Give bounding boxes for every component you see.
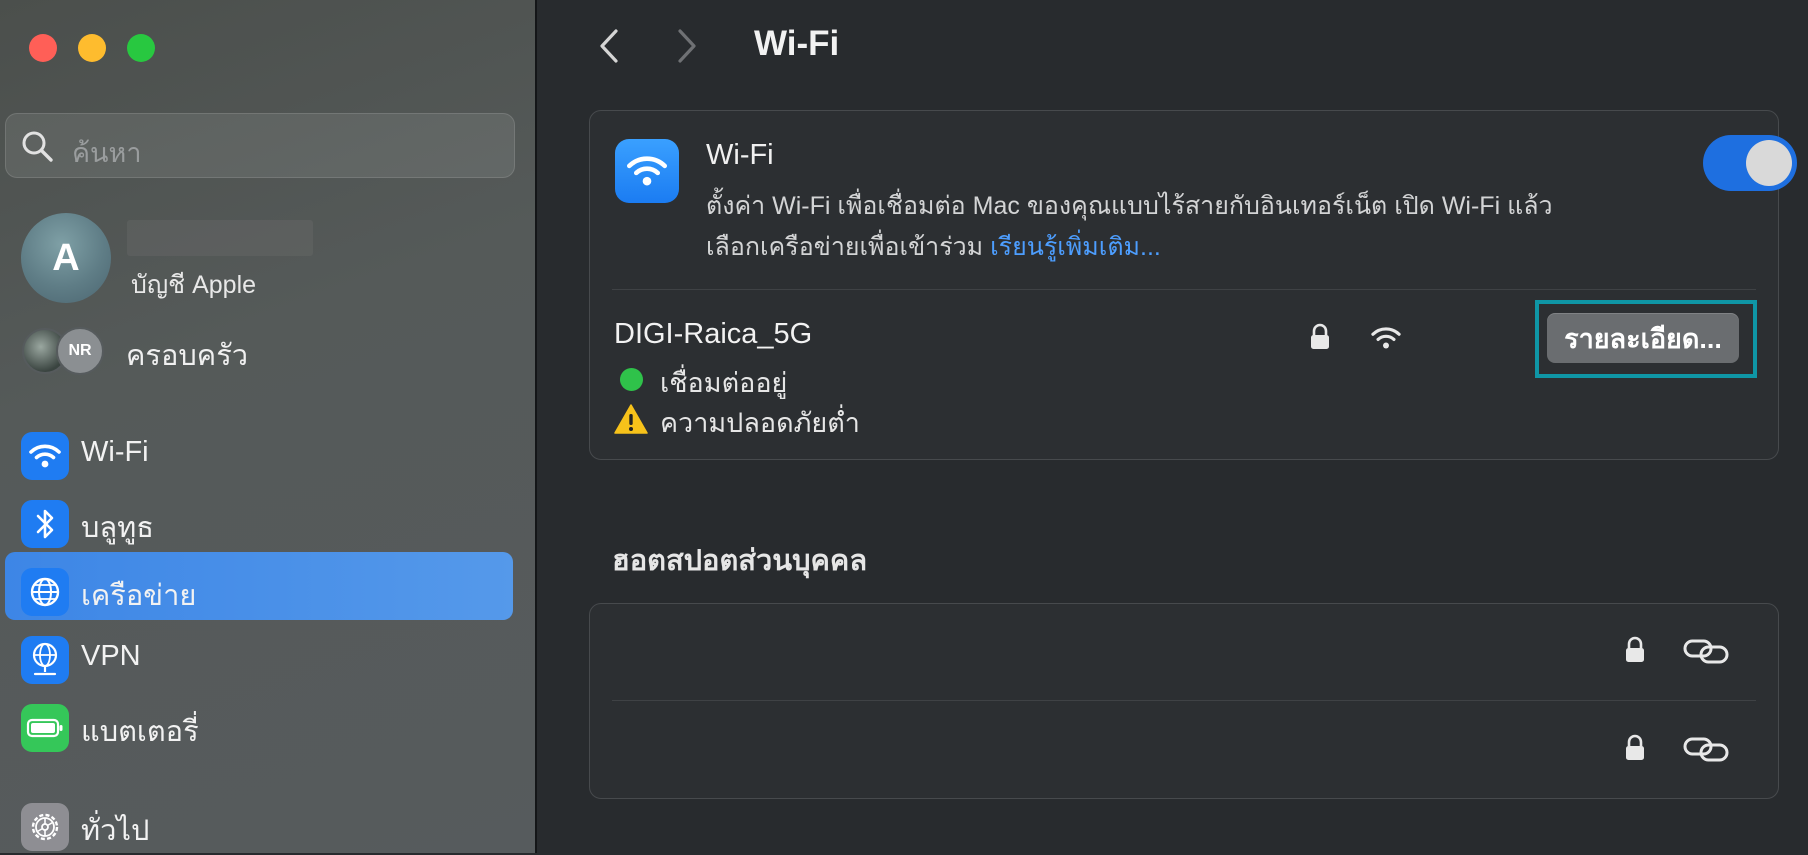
forward-chevron-icon[interactable] <box>672 26 702 66</box>
window-zoom-button[interactable] <box>127 34 155 62</box>
page-title: Wi-Fi <box>754 24 840 63</box>
warning-icon <box>614 404 648 434</box>
link-icon <box>1683 639 1729 664</box>
lock-icon <box>1311 323 1329 349</box>
sidebar-item-label: บลูทูธ <box>81 512 154 544</box>
gear-icon <box>21 803 69 851</box>
wifi-toggle[interactable] <box>1703 135 1797 191</box>
family-label: ครอบครัว <box>126 340 249 372</box>
toggle-knob <box>1746 140 1792 186</box>
hotspot-card <box>589 603 1779 799</box>
sidebar-item-bluetooth[interactable]: บลูทูธ <box>5 484 513 552</box>
search-icon <box>22 131 53 162</box>
connected-status-dot <box>620 368 643 391</box>
sidebar: ค้นหา A บัญชี Apple NR ครอบครัว Wi-Fi บล… <box>0 0 537 853</box>
link-icon <box>1683 737 1729 762</box>
sidebar-item-battery[interactable]: แบตเตอรี่ <box>5 688 513 756</box>
battery-icon <box>21 704 69 752</box>
vpn-globe-icon <box>21 636 69 684</box>
search-field[interactable]: ค้นหา <box>5 113 515 178</box>
divider <box>612 289 1756 290</box>
avatar[interactable]: A <box>21 213 111 303</box>
window-minimize-button[interactable] <box>78 34 106 62</box>
bluetooth-icon <box>21 500 69 548</box>
sidebar-item-general[interactable]: ทั่วไป <box>5 787 513 855</box>
connection-status: เชื่อมต่ออยู่ <box>660 368 788 398</box>
wifi-icon <box>21 432 69 480</box>
wifi-card-title: Wi-Fi <box>706 139 774 171</box>
sidebar-item-label: เครือข่าย <box>81 580 197 612</box>
sidebar-item-label: VPN <box>81 640 141 672</box>
account-subtitle: บัญชี Apple <box>131 271 257 299</box>
sidebar-item-vpn[interactable]: VPN <box>5 620 513 688</box>
sidebar-item-network[interactable]: เครือข่าย <box>5 552 513 620</box>
wifi-signal-icon <box>1371 327 1401 349</box>
wifi-settings-card: Wi-Fi ตั้งค่า Wi-Fi เพื่อเชื่อมต่อ Mac ข… <box>589 110 1797 460</box>
network-name: DIGI-Raica_5G <box>614 318 813 350</box>
security-warning: ความปลอดภัยต่ำ <box>660 408 860 438</box>
hotspot-section-title: ฮอตสปอตส่วนบุคคล <box>612 545 868 577</box>
lock-icon <box>1626 636 1644 662</box>
globe-icon <box>21 568 69 616</box>
sidebar-item-label: Wi-Fi <box>81 436 149 468</box>
sidebar-item-label: ทั่วไป <box>81 815 150 847</box>
main-content: Wi-Fi Wi-Fi ตั้งค่า Wi-Fi เพื่อเชื่อมต่อ… <box>539 0 1808 853</box>
wifi-card-description: ตั้งค่า Wi-Fi เพื่อเชื่อมต่อ Mac ของคุณแ… <box>706 186 1606 268</box>
back-chevron-icon[interactable] <box>594 26 624 66</box>
sidebar-item-label: แบตเตอรี่ <box>81 716 199 748</box>
search-placeholder: ค้นหา <box>72 138 142 168</box>
window-close-button[interactable] <box>29 34 57 62</box>
account-name-redacted <box>127 220 313 256</box>
wifi-app-icon <box>615 139 679 203</box>
details-button[interactable]: รายละเอียด... <box>1547 313 1739 363</box>
family-avatar-initials: NR <box>56 327 104 375</box>
learn-more-link[interactable]: เรียนรู้เพิ่มเติม... <box>990 233 1161 261</box>
sidebar-item-wifi[interactable]: Wi-Fi <box>5 416 513 484</box>
lock-icon <box>1626 734 1644 760</box>
divider <box>612 700 1756 701</box>
